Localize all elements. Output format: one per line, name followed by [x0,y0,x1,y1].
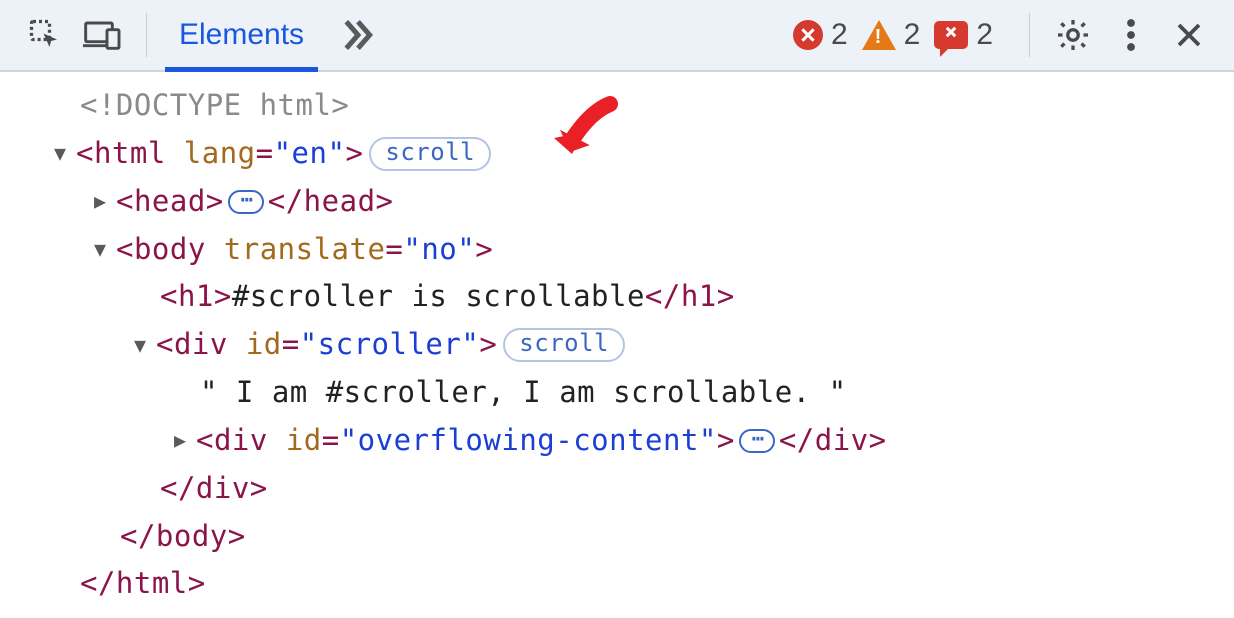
expand-toggle[interactable]: ▼ [54,137,76,170]
expand-toggle[interactable]: ▼ [134,329,156,362]
separator [1029,13,1030,57]
errors-count[interactable]: 2 [793,18,848,52]
devtools-toolbar: Elements 2 2 2 [0,0,1234,72]
dom-head[interactable]: ▶ <head> ⋯ </head> [40,178,1234,226]
issue-icon [934,21,968,49]
dom-div-overflow[interactable]: ▶ <div id="overflowing-content"> ⋯ </div… [40,417,1234,465]
scroll-badge[interactable]: scroll [369,137,491,171]
warning-icon [862,20,896,50]
issues-count[interactable]: 2 [934,18,993,52]
settings-button[interactable] [1048,10,1098,60]
elements-tree[interactable]: <!DOCTYPE html> ▼ <html lang="en"> scrol… [0,72,1234,608]
more-options-button[interactable] [1106,10,1156,60]
scroll-badge[interactable]: scroll [503,328,625,362]
error-icon [793,20,823,50]
dom-h1[interactable]: <h1>#scroller is scrollable</h1> [40,273,1234,321]
dom-doctype[interactable]: <!DOCTYPE html> [40,82,1234,130]
dom-html-close[interactable]: </html> [40,560,1234,608]
errors-count-value: 2 [831,18,848,52]
dom-body-close[interactable]: </body> [40,513,1234,561]
dom-html-open[interactable]: ▼ <html lang="en"> scroll [40,130,1234,178]
warnings-count[interactable]: 2 [862,18,921,52]
warnings-count-value: 2 [904,18,921,52]
ellipsis-icon[interactable]: ⋯ [228,190,264,214]
more-tabs-button[interactable] [338,15,378,55]
dom-body-open[interactable]: ▼ <body translate="no"> [40,226,1234,274]
issues-count-value: 2 [976,18,993,52]
tab-elements[interactable]: Elements [165,0,318,70]
ellipsis-icon[interactable]: ⋯ [739,429,775,453]
device-toggle-icon[interactable] [78,10,128,60]
dom-div-scroller-open[interactable]: ▼ <div id="scroller"> scroll [40,321,1234,369]
separator [146,13,147,57]
expand-toggle[interactable]: ▶ [174,424,196,457]
expand-toggle[interactable]: ▼ [94,233,116,266]
inspect-icon[interactable] [20,10,70,60]
dom-text-node[interactable]: " I am #scroller, I am scrollable. " [40,369,1234,417]
console-counts: 2 2 2 [793,18,993,52]
expand-toggle[interactable]: ▶ [94,185,116,218]
dom-div-scroller-close[interactable]: </div> [40,465,1234,513]
close-button[interactable] [1164,10,1214,60]
